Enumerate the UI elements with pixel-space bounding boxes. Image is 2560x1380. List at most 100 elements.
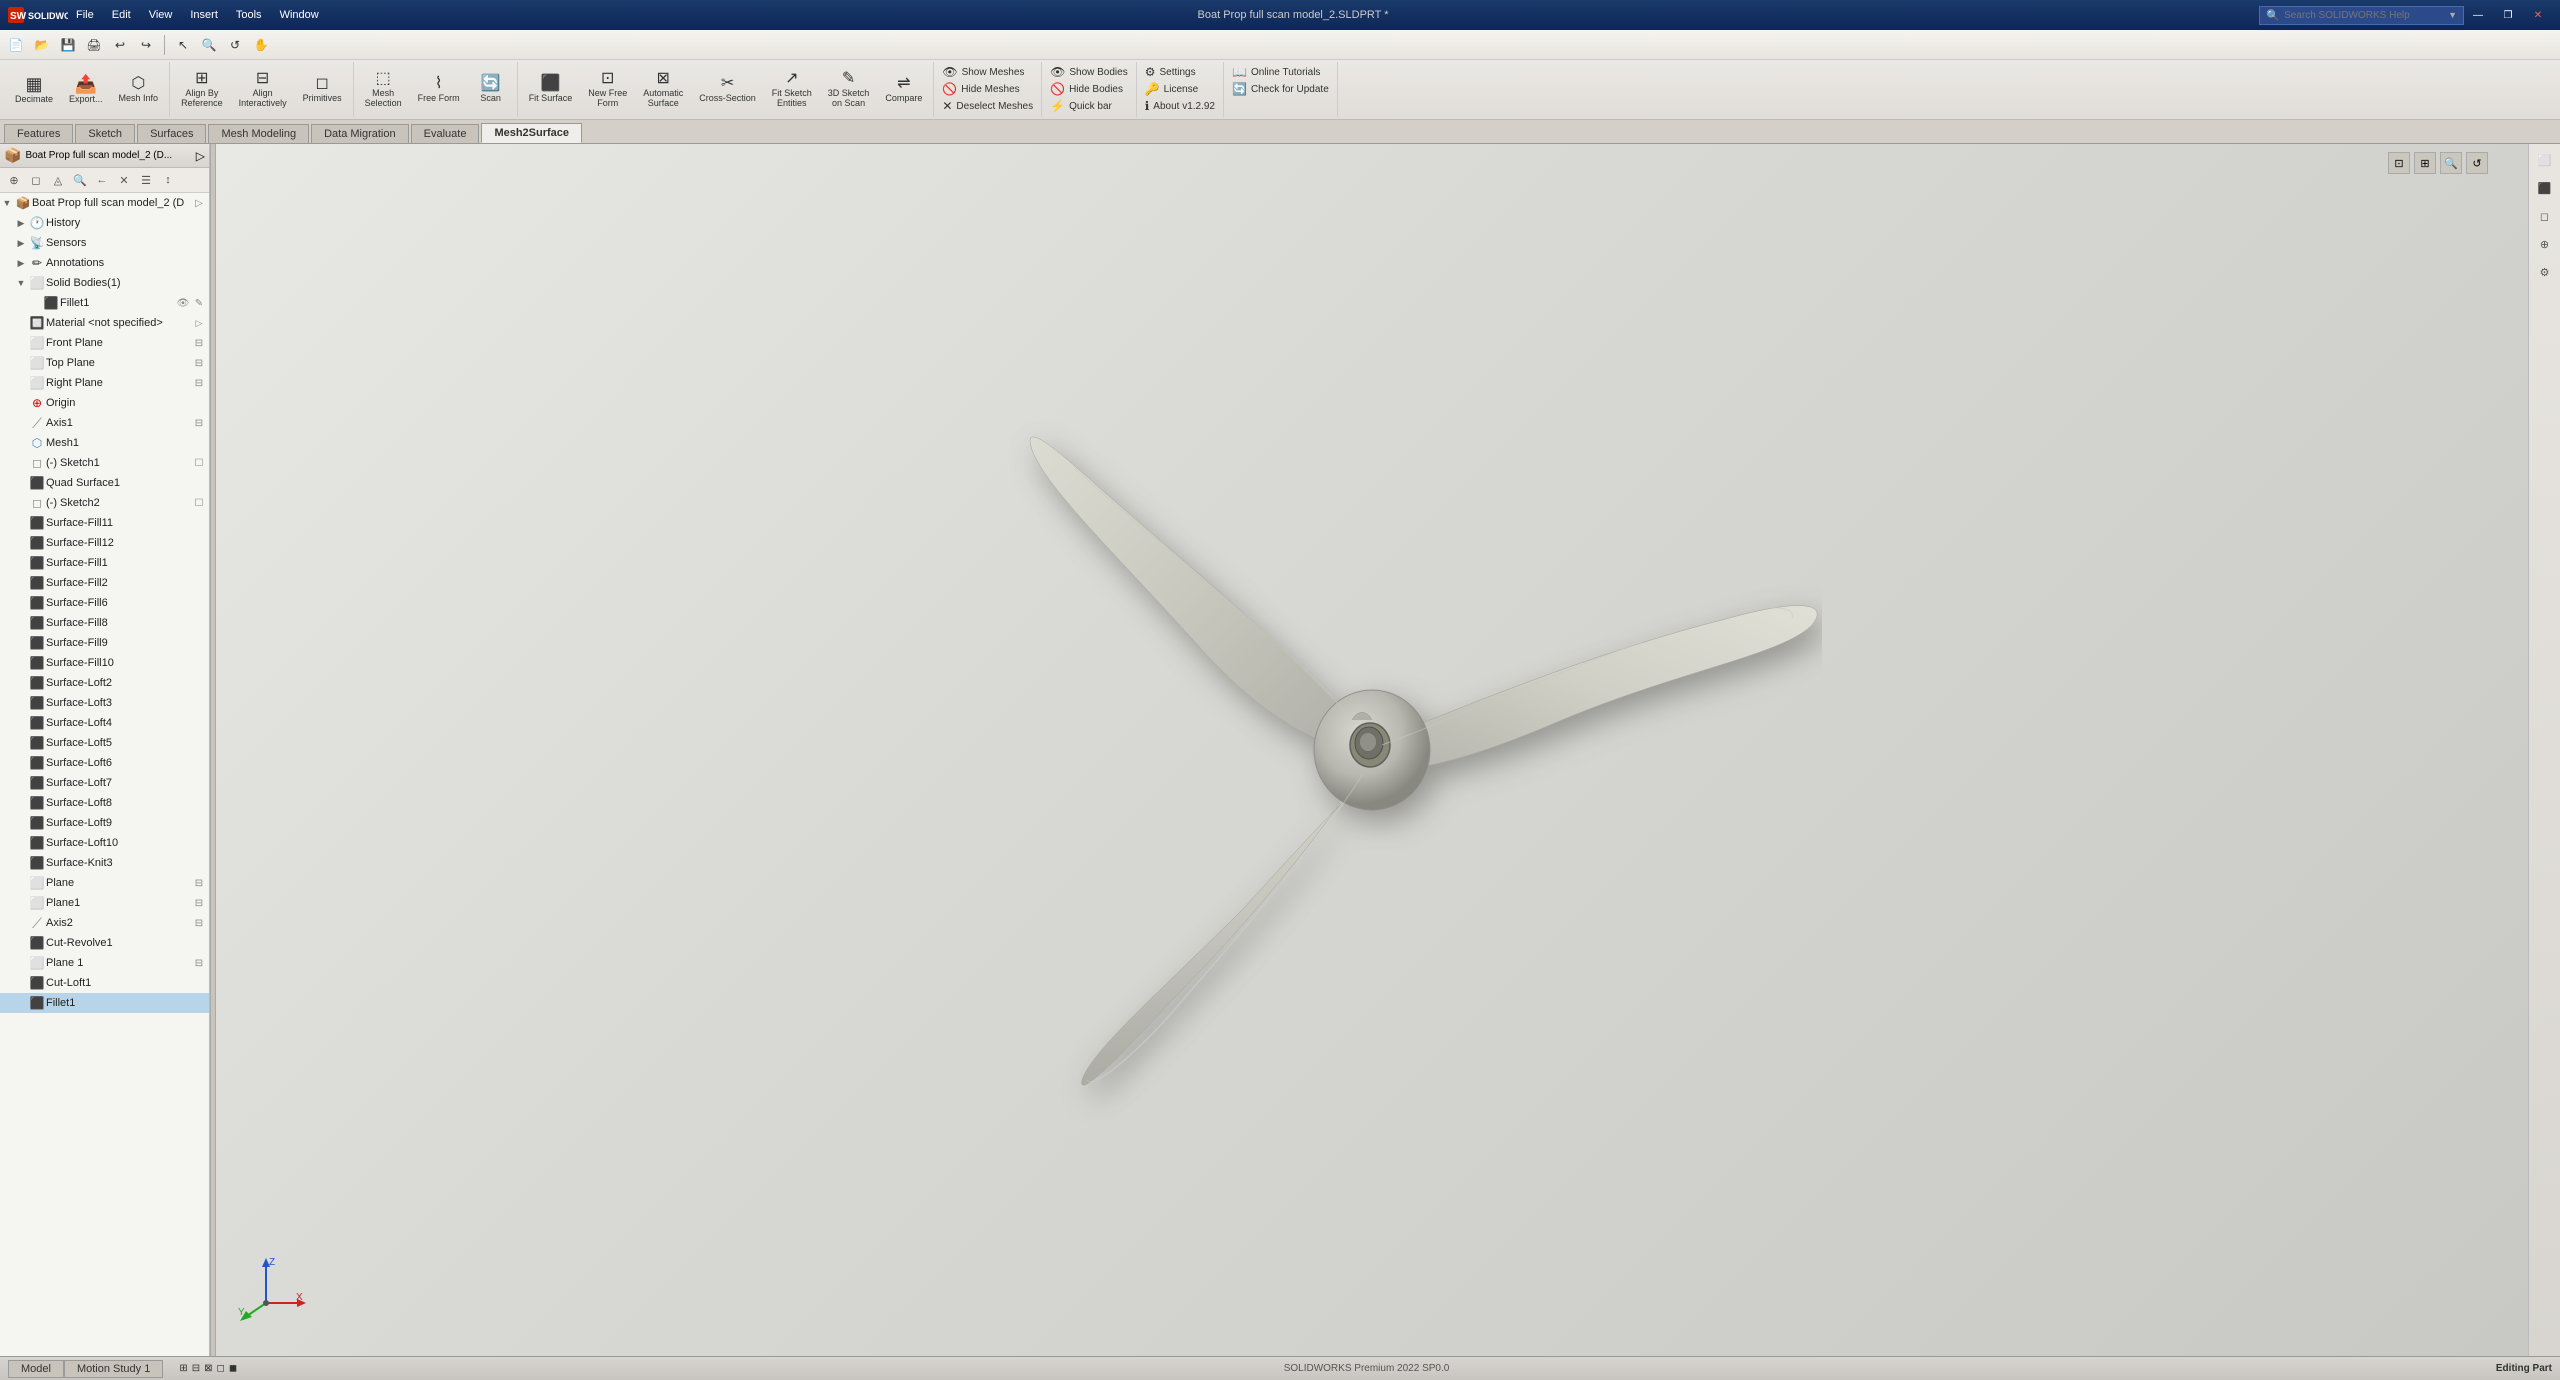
tree-item-mesh1[interactable]: ⬡ Mesh1 bbox=[0, 433, 209, 453]
free-form-button[interactable]: ⌇ Free Form bbox=[411, 73, 467, 107]
tree-item-plane1[interactable]: ⬜ Plane1 ⊟ bbox=[0, 893, 209, 913]
fillet1-eye-icon[interactable]: 👁 bbox=[175, 295, 191, 311]
3d-sketch-button[interactable]: ✎ 3D Sketchon Scan bbox=[821, 68, 877, 112]
rotate-button[interactable]: ↺ bbox=[223, 33, 247, 57]
tree-tool-tri[interactable]: ◬ bbox=[48, 170, 68, 190]
about-button[interactable]: ℹ About v1.2.92 bbox=[1141, 98, 1219, 114]
right-panel-btn-5[interactable]: ⚙ bbox=[2533, 260, 2557, 284]
status-tab-model[interactable]: Model bbox=[8, 1360, 64, 1378]
plane1-vis-icon[interactable]: ⊟ bbox=[191, 895, 207, 911]
tree-tool-search[interactable]: 🔍 bbox=[70, 170, 90, 190]
tree-item-sf9[interactable]: ⬛ Surface-Fill9 bbox=[0, 633, 209, 653]
restore-button[interactable]: ❐ bbox=[2494, 4, 2522, 26]
redo-button[interactable]: ↪ bbox=[134, 33, 158, 57]
compare-button[interactable]: ⇌ Compare bbox=[878, 73, 929, 107]
tree-item-sl6[interactable]: ⬛ Surface-Loft6 bbox=[0, 753, 209, 773]
tree-item-sl8[interactable]: ⬛ Surface-Loft8 bbox=[0, 793, 209, 813]
tree-item-sf12[interactable]: ⬛ Surface-Fill12 bbox=[0, 533, 209, 553]
tab-sketch[interactable]: Sketch bbox=[75, 124, 135, 143]
view-fit-icon[interactable]: ⊞ bbox=[2414, 152, 2436, 174]
tree-item-sk3[interactable]: ⬛ Surface-Knit3 bbox=[0, 853, 209, 873]
axis1-vis-icon[interactable]: ⊟ bbox=[191, 415, 207, 431]
tree-tool-filter[interactable]: ◻ bbox=[26, 170, 46, 190]
search-box[interactable]: 🔍 ▼ bbox=[2259, 6, 2464, 25]
tab-mesh-modeling[interactable]: Mesh Modeling bbox=[208, 124, 309, 143]
tree-item-front-plane[interactable]: ⬜ Front Plane ⊟ bbox=[0, 333, 209, 353]
tree-tool-collapse[interactable]: ↕ bbox=[158, 170, 178, 190]
mesh-normals-button[interactable]: ⬡ Mesh Info bbox=[112, 73, 166, 107]
tutorials-button[interactable]: 📖 Online Tutorials bbox=[1228, 64, 1333, 80]
status-icon-4[interactable]: ◻ bbox=[217, 1363, 225, 1374]
print-button[interactable]: 🖨 bbox=[82, 33, 106, 57]
tab-evaluate[interactable]: Evaluate bbox=[411, 124, 480, 143]
tree-item-sf2[interactable]: ⬛ Surface-Fill2 bbox=[0, 573, 209, 593]
tree-item-history[interactable]: ▶ 🕐 History bbox=[0, 213, 209, 233]
menu-window[interactable]: Window bbox=[272, 7, 327, 23]
fillet1-edit-icon[interactable]: ✎ bbox=[191, 295, 207, 311]
menu-edit[interactable]: Edit bbox=[104, 7, 139, 23]
show-meshes-button[interactable]: 👁 Show Meshes bbox=[938, 64, 1037, 80]
status-icon-5[interactable]: ◼ bbox=[229, 1363, 237, 1374]
quick-bar-button[interactable]: ⚡ Quick bar bbox=[1046, 98, 1132, 114]
hide-meshes-button[interactable]: 🚫 Hide Meshes bbox=[938, 81, 1037, 97]
right-panel-btn-4[interactable]: ⊕ bbox=[2533, 232, 2557, 256]
3d-viewport[interactable]: Z X Y ⊡ ⊞ 🔍 ↺ bbox=[216, 144, 2528, 1356]
tree-item-top-plane[interactable]: ⬜ Top Plane ⊟ bbox=[0, 353, 209, 373]
tab-features[interactable]: Features bbox=[4, 124, 73, 143]
check-update-button[interactable]: 🔄 Check for Update bbox=[1228, 81, 1333, 97]
new-free-form-button[interactable]: ⊡ New FreeForm bbox=[581, 68, 634, 112]
minimize-button[interactable]: — bbox=[2464, 4, 2492, 26]
tree-item-sl4[interactable]: ⬛ Surface-Loft4 bbox=[0, 713, 209, 733]
status-tab-motion[interactable]: Motion Study 1 bbox=[64, 1360, 163, 1378]
tree-item-sl3[interactable]: ⬛ Surface-Loft3 bbox=[0, 693, 209, 713]
menu-file[interactable]: File bbox=[68, 7, 102, 23]
tree-item-sf6[interactable]: ⬛ Surface-Fill6 bbox=[0, 593, 209, 613]
new-file-button[interactable]: 📄 bbox=[4, 33, 28, 57]
right-panel-btn-3[interactable]: ◻ bbox=[2533, 204, 2557, 228]
tree-item-sf8[interactable]: ⬛ Surface-Fill8 bbox=[0, 613, 209, 633]
show-bodies-button[interactable]: 👁 Show Bodies bbox=[1046, 64, 1132, 80]
settings-button[interactable]: ⚙ Settings bbox=[1141, 64, 1219, 80]
right-panel-btn-2[interactable]: ⬛ bbox=[2533, 176, 2557, 200]
undo-button[interactable]: ↩ bbox=[108, 33, 132, 57]
tree-item-sf1[interactable]: ⬛ Surface-Fill1 bbox=[0, 553, 209, 573]
fit-sketch-button[interactable]: ↗ Fit SketchEntities bbox=[765, 68, 819, 112]
right-panel-btn-1[interactable]: ⬜ bbox=[2533, 148, 2557, 172]
tree-item-sensors[interactable]: ▶ 📡 Sensors bbox=[0, 233, 209, 253]
tab-surfaces[interactable]: Surfaces bbox=[137, 124, 206, 143]
select-button[interactable]: ↖ bbox=[171, 33, 195, 57]
tree-item-quad-surface1[interactable]: ⬛ Quad Surface1 bbox=[0, 473, 209, 493]
tree-item-sketch2[interactable]: ◻ (-) Sketch2 ☐ bbox=[0, 493, 209, 513]
deselect-meshes-button[interactable]: ✕ Deselect Meshes bbox=[938, 98, 1037, 114]
tree-item-sl9[interactable]: ⬛ Surface-Loft9 bbox=[0, 813, 209, 833]
tree-item-fillet1-body[interactable]: ⬛ Fillet1 👁 ✎ bbox=[0, 293, 209, 313]
tree-item-right-plane[interactable]: ⬜ Right Plane ⊟ bbox=[0, 373, 209, 393]
export-button[interactable]: 📤 Export... bbox=[62, 72, 110, 108]
status-icon-3[interactable]: ⊠ bbox=[204, 1363, 212, 1374]
tree-item-solid-bodies[interactable]: ▼ ⬜ Solid Bodies(1) bbox=[0, 273, 209, 293]
sketch2-check-icon[interactable]: ☐ bbox=[191, 495, 207, 511]
menu-tools[interactable]: Tools bbox=[228, 7, 270, 23]
tree-item-sl7[interactable]: ⬛ Surface-Loft7 bbox=[0, 773, 209, 793]
open-button[interactable]: 📂 bbox=[30, 33, 54, 57]
root-config-icon[interactable]: ▷ bbox=[191, 195, 207, 211]
zoom-button[interactable]: 🔍 bbox=[197, 33, 221, 57]
align-interactive-button[interactable]: ⊟ AlignInteractively bbox=[232, 68, 294, 112]
status-icon-1[interactable]: ⊞ bbox=[179, 1363, 187, 1374]
right-plane-vis-icon[interactable]: ⊟ bbox=[191, 375, 207, 391]
decimate-button[interactable]: ▦ Decimate bbox=[8, 72, 60, 108]
plane-vis-icon[interactable]: ⊟ bbox=[191, 875, 207, 891]
pan-button[interactable]: ✋ bbox=[249, 33, 273, 57]
hide-bodies-button[interactable]: 🚫 Hide Bodies bbox=[1046, 81, 1132, 97]
tree-item-root[interactable]: ▼ 📦 Boat Prop full scan model_2 (D ▷ bbox=[0, 193, 209, 213]
license-button[interactable]: 🔑 License bbox=[1141, 81, 1219, 97]
tree-item-sl5[interactable]: ⬛ Surface-Loft5 bbox=[0, 733, 209, 753]
menu-insert[interactable]: Insert bbox=[182, 7, 226, 23]
tree-item-sl10[interactable]: ⬛ Surface-Loft10 bbox=[0, 833, 209, 853]
view-normal-icon[interactable]: ⊡ bbox=[2388, 152, 2410, 174]
view-rotate-icon[interactable]: ↺ bbox=[2466, 152, 2488, 174]
sketch1-check-icon[interactable]: ☐ bbox=[191, 455, 207, 471]
tree-tool-close[interactable]: ✕ bbox=[114, 170, 134, 190]
align-reference-button[interactable]: ⊞ Align ByReference bbox=[174, 68, 230, 112]
menu-view[interactable]: View bbox=[141, 7, 181, 23]
